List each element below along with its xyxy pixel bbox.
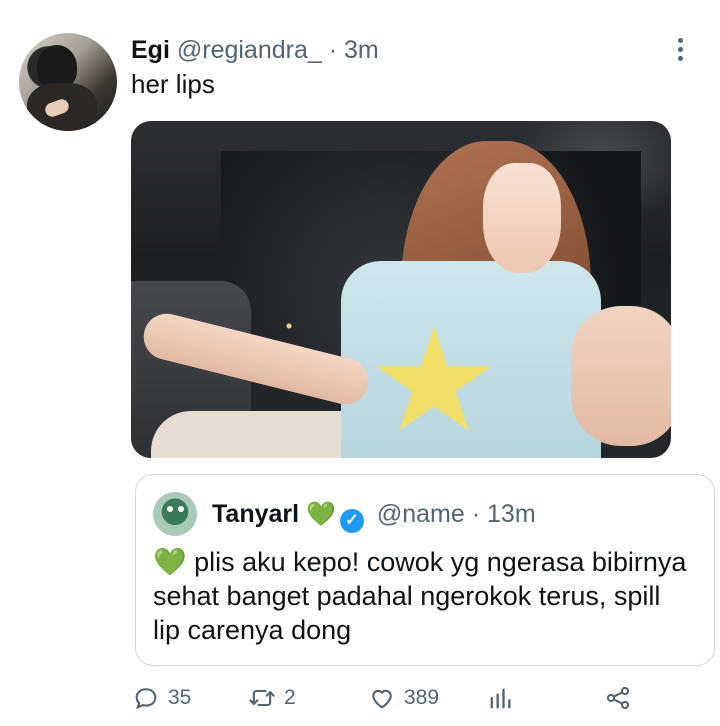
like-button[interactable]: 389: [368, 678, 439, 718]
display-name[interactable]: Egi: [131, 36, 170, 64]
green-heart-emoji: 💚: [306, 501, 336, 528]
analytics-button[interactable]: [486, 678, 522, 718]
verified-badge-icon: ✓: [339, 509, 364, 533]
share-button[interactable]: [604, 678, 640, 718]
retweet-count: 2: [284, 686, 296, 709]
like-icon: [372, 689, 392, 709]
reply-button[interactable]: 35: [132, 678, 191, 718]
reply-icon: [135, 688, 157, 710]
quoted-avatar[interactable]: [153, 492, 197, 536]
retweet-icon: [249, 689, 275, 707]
photo-arm-right: [571, 306, 671, 446]
analytics-icon: [490, 688, 511, 709]
photo-face: [483, 163, 561, 273]
more-vertical-icon[interactable]: [672, 38, 688, 64]
quoted-handle[interactable]: @name: [377, 500, 465, 528]
quoted-timestamp[interactable]: 13m: [487, 500, 536, 528]
quoted-display-name[interactable]: Tanyarl: [212, 500, 299, 528]
quoted-text: 💚 plis aku kepo! cowok yg ngerasa bibirn…: [153, 547, 687, 645]
tweet-text: her lips: [131, 69, 215, 99]
retweet-button[interactable]: 2: [248, 678, 296, 718]
timestamp[interactable]: 3m: [344, 36, 379, 64]
user-avatar[interactable]: [19, 33, 117, 131]
separator: ·: [328, 36, 338, 64]
share-icon: [606, 686, 630, 710]
tweet-header: Egi @regiandra_ · 3m: [131, 34, 379, 66]
separator: ·: [471, 500, 481, 528]
reply-count: 35: [168, 686, 192, 709]
quoted-tweet[interactable]: Tanyarl 💚 ✓ @name · 13m 💚 plis aku kepo! …: [135, 474, 715, 666]
photo-shirt: [341, 261, 601, 458]
tweet-actions: 35 2 389: [0, 678, 720, 718]
tweet-photo[interactable]: [131, 121, 671, 458]
like-count: 389: [404, 686, 440, 709]
user-handle[interactable]: @regiandra_: [177, 36, 322, 64]
quoted-header: Tanyarl 💚 ✓ @name · 13m: [212, 497, 536, 533]
